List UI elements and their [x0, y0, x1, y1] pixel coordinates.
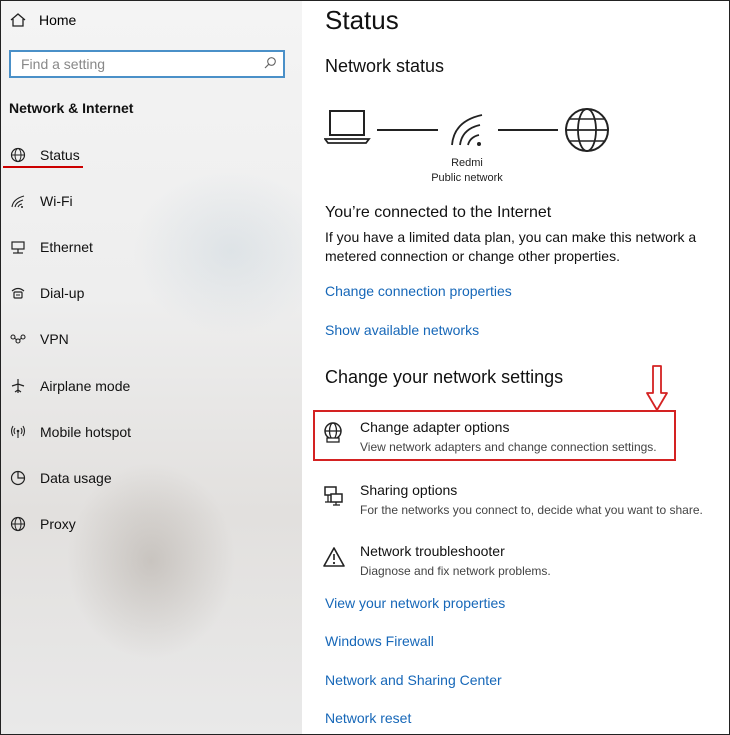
warning-icon: [323, 547, 345, 567]
windows-firewall-link[interactable]: Windows Firewall: [325, 633, 434, 649]
option-title: Sharing options: [360, 482, 458, 498]
network-label: Redmi Public network: [412, 156, 522, 186]
network-name: Redmi: [451, 157, 483, 169]
sidebar-item-label: Wi-Fi: [40, 193, 73, 209]
proxy-globe-icon: [9, 515, 27, 533]
search-box[interactable]: [9, 50, 285, 78]
sidebar-item-airplane-mode[interactable]: Airplane mode: [9, 374, 130, 398]
sidebar-item-vpn[interactable]: VPN: [9, 327, 69, 351]
home-nav-item[interactable]: Home: [9, 9, 76, 31]
sidebar-item-label: Ethernet: [40, 239, 93, 255]
home-label: Home: [39, 12, 77, 28]
network-sharing-center-link[interactable]: Network and Sharing Center: [325, 672, 502, 688]
network-troubleshooter[interactable]: Network troubleshooter Diagnose and fix …: [322, 543, 722, 591]
data-usage-icon: [9, 469, 27, 487]
laptop-icon: [324, 110, 371, 144]
dialup-icon: [9, 284, 27, 302]
home-icon: [10, 13, 26, 27]
vpn-icon: [9, 330, 27, 348]
show-available-networks-link[interactable]: Show available networks: [325, 322, 479, 338]
change-connection-properties-link[interactable]: Change connection properties: [325, 283, 512, 299]
wifi-signal-icon: [451, 114, 483, 146]
sidebar-item-ethernet[interactable]: Ethernet: [9, 235, 93, 259]
network-type: Public network: [431, 172, 503, 184]
internet-globe-icon: [565, 108, 609, 152]
sidebar-item-data-usage[interactable]: Data usage: [9, 466, 112, 490]
option-title: Network troubleshooter: [360, 543, 505, 559]
search-icon[interactable]: [263, 56, 277, 70]
sidebar-item-label: Status: [40, 147, 80, 163]
sidebar-item-dialup[interactable]: Dial-up: [9, 281, 84, 305]
sidebar-item-proxy[interactable]: Proxy: [9, 512, 76, 536]
down-arrow-annotation-icon: [646, 365, 668, 411]
sidebar-item-label: Dial-up: [40, 285, 85, 301]
sidebar-item-status[interactable]: Status: [9, 143, 80, 167]
sidebar-item-mobile-hotspot[interactable]: Mobile hotspot: [9, 420, 131, 444]
sidebar-item-label: Airplane mode: [40, 378, 131, 394]
sidebar-item-label: Data usage: [40, 470, 112, 486]
option-description: For the networks you connect to, decide …: [360, 503, 703, 517]
network-status-heading: Network status: [325, 56, 445, 76]
view-network-properties-link[interactable]: View your network properties: [325, 595, 505, 611]
sidebar-item-wifi[interactable]: Wi-Fi: [9, 189, 73, 213]
sidebar-item-label: Proxy: [40, 516, 76, 532]
status-underline: [3, 166, 83, 168]
page-title: Status: [325, 5, 399, 35]
change-settings-heading: Change your network settings: [325, 367, 564, 387]
network-reset-link[interactable]: Network reset: [325, 710, 411, 726]
sharing-options[interactable]: Sharing options For the networks you con…: [322, 482, 722, 530]
hotspot-icon: [9, 423, 27, 441]
search-input[interactable]: [11, 52, 261, 76]
sharing-icon: [324, 486, 343, 506]
settings-window: Home Network & Internet Status Wi-Fi: [0, 0, 730, 735]
sidebar: Home Network & Internet Status Wi-Fi: [1, 1, 302, 734]
connection-status-description: If you have a limited data plan, you can…: [325, 229, 697, 264]
sidebar-item-label: VPN: [40, 331, 69, 347]
section-title: Network & Internet: [9, 100, 134, 116]
wifi-icon: [9, 192, 27, 210]
sidebar-item-label: Mobile hotspot: [40, 424, 132, 440]
airplane-icon: [9, 377, 27, 395]
adapter-options-highlight-box: [313, 410, 676, 461]
option-description: Diagnose and fix network problems.: [360, 564, 551, 578]
globe-icon: [9, 146, 27, 164]
ethernet-icon: [9, 238, 27, 256]
connection-status-title: You’re connected to the Internet: [325, 204, 552, 221]
